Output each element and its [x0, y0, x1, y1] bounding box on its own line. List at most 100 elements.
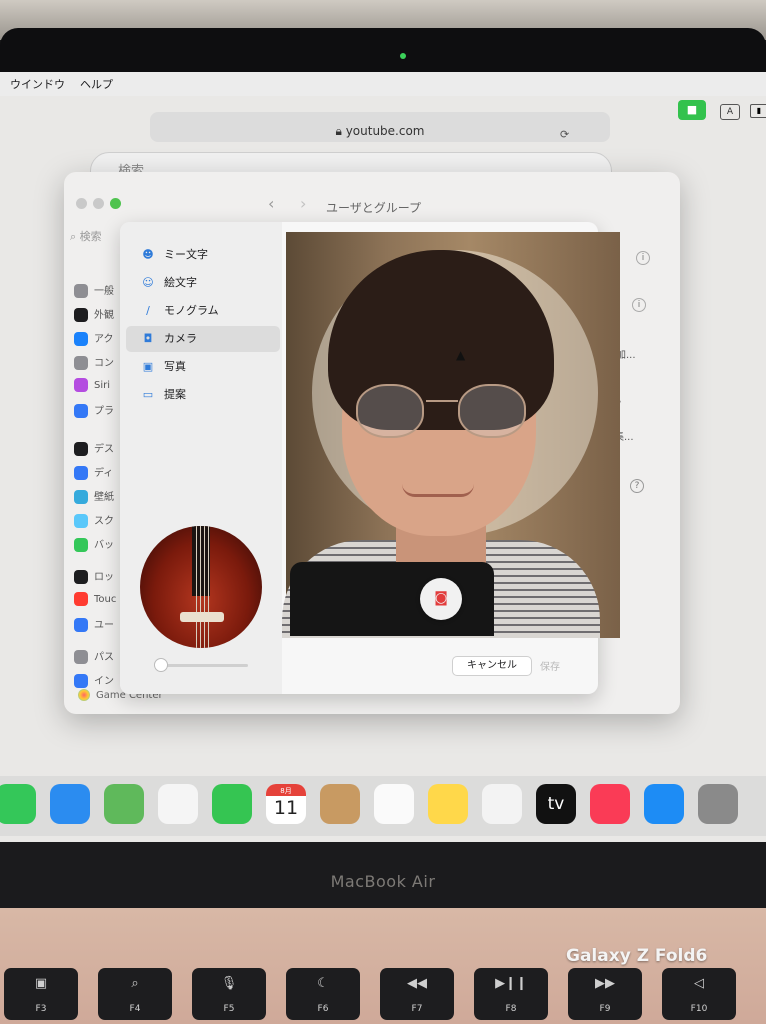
- function-key-f8[interactable]: ▶❙❙ F8: [474, 968, 548, 1020]
- function-key-f9[interactable]: ▶▶ F9: [568, 968, 642, 1020]
- sidebar-item[interactable]: Siri: [74, 378, 110, 392]
- close-button[interactable]: [76, 198, 87, 209]
- menu-help[interactable]: ヘルプ: [80, 76, 113, 92]
- help-icon[interactable]: ?: [630, 479, 644, 493]
- folder-icon: ▭: [142, 388, 154, 401]
- zoom-button[interactable]: [110, 198, 121, 209]
- messages-app-icon[interactable]: [0, 784, 36, 824]
- memoji-icon: ☻: [142, 248, 154, 261]
- sidebar-item-label: ロッ: [94, 572, 114, 583]
- key-label: F4: [129, 1004, 141, 1014]
- sidebar-item-icon: [74, 378, 88, 392]
- zoom-slider-thumb[interactable]: [154, 658, 168, 672]
- calendar-day: 11: [273, 797, 299, 819]
- sidebar-item-icon: [74, 466, 88, 480]
- glasses-bridge: [426, 400, 458, 402]
- app-label: tv: [547, 794, 565, 814]
- sidebar-search-input[interactable]: ⌕ 検索: [70, 228, 102, 244]
- key-label: F5: [223, 1004, 235, 1014]
- function-key-f6[interactable]: ☾ F6: [286, 968, 360, 1020]
- sidebar-item-label: 一般: [94, 286, 114, 297]
- apple-tv-app-icon[interactable]: tv: [536, 784, 576, 824]
- sidebar-item[interactable]: コン: [74, 354, 114, 370]
- back-button[interactable]: ‹: [268, 194, 274, 213]
- function-key-f5[interactable]: 🎙 F5: [192, 968, 266, 1020]
- sidebar-item-icon: [74, 538, 88, 552]
- sidebar-item-label: パス: [94, 652, 114, 663]
- sidebar-item-icon: [74, 356, 88, 370]
- sidebar-item-label: デス: [94, 444, 114, 455]
- function-key-f3[interactable]: ▣ F3: [4, 968, 78, 1020]
- function-key-f10[interactable]: ◁ F10: [662, 968, 736, 1020]
- emoji-icon: ☺: [142, 276, 154, 289]
- sidebar-item-icon: [74, 490, 88, 504]
- sidebar-item[interactable]: プラ: [74, 402, 114, 418]
- sidebar-item-icon: [74, 308, 88, 322]
- sidebar-item[interactable]: ディ: [74, 464, 113, 480]
- sidebar-item[interactable]: ロッ: [74, 568, 114, 584]
- app-store-app-icon[interactable]: [644, 784, 684, 824]
- input-source-indicator[interactable]: A: [720, 104, 740, 120]
- sidebar-item[interactable]: バッ: [74, 536, 114, 552]
- reminders-app-icon[interactable]: [374, 784, 414, 824]
- source-item[interactable]: ◘ カメラ: [140, 330, 197, 346]
- minimize-button[interactable]: [93, 198, 104, 209]
- sidebar-item[interactable]: 一般: [74, 282, 114, 298]
- window-title: ユーザとグループ: [326, 201, 422, 215]
- sidebar-item-label: アク: [94, 334, 114, 345]
- info-icon[interactable]: i: [632, 298, 646, 312]
- sidebar-item-icon: [74, 618, 88, 632]
- reload-icon[interactable]: ⟳: [560, 128, 569, 141]
- zoom-slider[interactable]: [160, 664, 248, 667]
- sidebar-item[interactable]: アク: [74, 330, 114, 346]
- mouse-cursor-icon: ▲: [456, 348, 466, 362]
- function-key-f4[interactable]: ⌕ F4: [98, 968, 172, 1020]
- notes-app-icon[interactable]: [428, 784, 468, 824]
- current-profile-picture[interactable]: [140, 526, 262, 648]
- source-label: モノグラム: [164, 304, 219, 317]
- sidebar-item-label: Touc: [94, 594, 117, 605]
- sidebar-item[interactable]: 壁紙: [74, 488, 114, 504]
- function-key-f7[interactable]: ◀◀ F7: [380, 968, 454, 1020]
- sidebar-item[interactable]: パス: [74, 648, 114, 664]
- info-icon[interactable]: i: [636, 251, 650, 265]
- source-item[interactable]: ▭ 提案: [140, 386, 186, 402]
- camera-watermark: Galaxy Z Fold6: [566, 946, 708, 966]
- forward-button[interactable]: ›: [300, 194, 306, 213]
- sidebar-item[interactable]: デス: [74, 440, 114, 456]
- save-button[interactable]: 保存: [540, 658, 560, 673]
- battery-icon[interactable]: ▮: [750, 104, 766, 118]
- calendar-app-icon[interactable]: 8月 11: [266, 784, 306, 824]
- key-glyph: ▶▶: [595, 976, 615, 991]
- maps-app-icon[interactable]: [104, 784, 144, 824]
- sidebar-item[interactable]: イン: [74, 672, 114, 688]
- monogram-icon: ∕: [146, 304, 150, 317]
- photos-app-icon[interactable]: [158, 784, 198, 824]
- source-item[interactable]: ∕ モノグラム: [140, 302, 219, 318]
- system-settings-app-icon[interactable]: [698, 784, 738, 824]
- sidebar-item[interactable]: スク: [74, 512, 114, 528]
- sidebar-item-icon: [74, 650, 88, 664]
- sidebar-item[interactable]: ユー: [74, 616, 114, 632]
- key-label: F8: [505, 1004, 517, 1014]
- contacts-app-icon[interactable]: [320, 784, 360, 824]
- source-item[interactable]: ☺ 絵文字: [140, 274, 197, 290]
- sidebar-item[interactable]: 外観: [74, 306, 114, 322]
- sidebar-item-label: ユー: [94, 620, 114, 631]
- source-label: カメラ: [164, 332, 197, 345]
- freeform-app-icon[interactable]: [482, 784, 522, 824]
- sidebar-item-label: ディ: [94, 468, 114, 479]
- sidebar-item[interactable]: Touc: [74, 592, 116, 606]
- camera-shutter-icon: ◙: [434, 590, 448, 606]
- source-item[interactable]: ▣ 写真: [140, 358, 186, 374]
- music-app-icon[interactable]: [590, 784, 630, 824]
- menu-window[interactable]: ウインドウ: [10, 76, 65, 92]
- key-glyph: ▣: [34, 976, 48, 991]
- source-item[interactable]: ☻ ミー文字: [140, 246, 208, 262]
- camera-in-use-icon[interactable]: ■: [678, 100, 706, 120]
- cancel-button[interactable]: キャンセル: [452, 656, 532, 676]
- facetime-app-icon[interactable]: [212, 784, 252, 824]
- sidebar-item-icon: [74, 442, 88, 456]
- sidebar-item-icon: [74, 570, 88, 584]
- mail-app-icon[interactable]: [50, 784, 90, 824]
